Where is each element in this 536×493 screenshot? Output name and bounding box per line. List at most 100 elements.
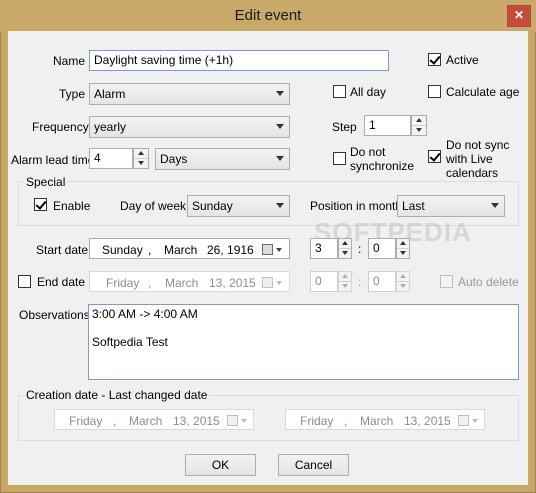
calendar-icon[interactable] <box>262 244 273 255</box>
spin-down-button[interactable] <box>339 249 351 259</box>
arrow-down-icon <box>416 128 422 133</box>
end-date-comma: , <box>148 276 152 290</box>
spin-up-button[interactable] <box>397 239 409 249</box>
name-label: Name <box>53 54 86 68</box>
spin-down-button[interactable] <box>397 282 409 292</box>
day-of-week-select[interactable]: Sunday <box>187 195 290 217</box>
observations-label: Observations <box>19 308 90 322</box>
position-in-month-select[interactable]: Last <box>397 195 505 217</box>
calendar-icon <box>458 415 469 426</box>
ok-button[interactable]: OK <box>185 454 256 476</box>
end-date-weekday: Friday <box>106 276 140 290</box>
arrow-down-icon <box>342 284 348 289</box>
start-date-picker[interactable]: Sunday , March 26, 1916 <box>89 238 290 259</box>
chevron-down-icon <box>276 91 284 96</box>
arrow-down-icon <box>342 251 348 256</box>
alarm-lead-input[interactable]: 4 <box>89 148 133 169</box>
start-date-day-year: 26, 1916 <box>207 243 254 257</box>
last-changed-date-picker: Friday , March 13, 2015 <box>285 409 485 430</box>
spin-up-button[interactable] <box>339 272 351 282</box>
spin-up-button[interactable] <box>339 239 351 249</box>
close-button[interactable]: ✕ <box>507 5 531 27</box>
calendar-icon <box>262 277 273 288</box>
frequency-select-value: yearly <box>94 120 127 134</box>
spin-up-button[interactable] <box>397 272 409 282</box>
step-label: Step <box>332 120 357 134</box>
start-hour-input[interactable]: 3 <box>310 238 338 259</box>
spin-down-button[interactable] <box>397 249 409 259</box>
alarm-lead-unit-select[interactable]: Days <box>155 148 290 170</box>
changed-date-day-year: 13, 2015 <box>404 414 451 428</box>
frequency-label: Frequency <box>32 120 89 134</box>
chevron-down-icon <box>276 248 282 252</box>
start-minute-spinner[interactable] <box>396 238 410 259</box>
arrow-up-icon <box>342 241 348 246</box>
start-date-label: Start date <box>36 243 89 257</box>
creation-group-title: Creation date - Last changed date <box>24 388 210 402</box>
spin-down-button[interactable] <box>134 159 148 169</box>
spin-up-button[interactable] <box>412 116 426 126</box>
active-checkbox[interactable] <box>428 53 441 66</box>
all-day-checkbox[interactable] <box>333 85 346 98</box>
end-hour-input[interactable]: 0 <box>310 271 338 292</box>
end-date-day-year: 13, 2015 <box>209 276 256 290</box>
end-date-picker[interactable]: Friday , March 13, 2015 <box>89 271 290 292</box>
day-of-week-value: Sunday <box>192 199 233 213</box>
frequency-select[interactable]: yearly <box>89 116 290 138</box>
creation-date-picker: Friday , March 13, 2015 <box>54 409 254 430</box>
arrow-up-icon <box>400 241 406 246</box>
special-group-title: Special <box>24 175 68 189</box>
active-label: Active <box>446 53 479 67</box>
no-sync-label-line2: synchronize <box>350 159 415 173</box>
observations-textarea[interactable]: 3:00 AM -> 4:00 AM Softpedia Test <box>88 304 519 380</box>
start-hour-spinner[interactable] <box>338 238 352 259</box>
changed-date-weekday: Friday <box>300 414 334 428</box>
type-select-value: Alarm <box>94 87 126 101</box>
spin-up-button[interactable] <box>134 149 148 159</box>
window-title: Edit event <box>234 7 302 24</box>
alarm-lead-unit-value: Days <box>160 152 188 166</box>
no-sync-checkbox[interactable] <box>333 152 346 165</box>
auto-delete-checkbox[interactable] <box>440 275 453 288</box>
arrow-down-icon <box>400 284 406 289</box>
special-enable-checkbox[interactable] <box>34 198 47 211</box>
type-label: Type <box>59 87 86 101</box>
arrow-up-icon <box>400 274 406 279</box>
arrow-up-icon <box>342 274 348 279</box>
chevron-down-icon <box>241 419 247 423</box>
calculate-age-label: Calculate age <box>446 85 520 99</box>
special-enable-label: Enable <box>53 199 91 213</box>
cancel-button[interactable]: Cancel <box>278 454 349 476</box>
no-sync-live-checkbox[interactable] <box>428 150 441 163</box>
alarm-lead-label: Alarm lead time <box>11 153 95 167</box>
start-minute-input[interactable]: 0 <box>368 238 396 259</box>
end-hour-spinner[interactable] <box>338 271 352 292</box>
alarm-lead-spinner[interactable] <box>133 148 149 169</box>
no-sync-live-label-line2: with Live <box>446 152 493 166</box>
step-spinner[interactable] <box>411 115 427 136</box>
spin-down-button[interactable] <box>412 126 426 136</box>
creation-date-day-year: 13, 2015 <box>173 414 220 428</box>
start-date-weekday: Sunday <box>102 243 143 257</box>
step-input[interactable]: 1 <box>364 115 411 136</box>
chevron-down-icon <box>276 203 284 208</box>
end-date-checkbox[interactable] <box>18 275 31 288</box>
no-sync-label-line1: Do not <box>350 145 386 159</box>
chevron-down-icon <box>276 281 282 285</box>
end-minute-input[interactable]: 0 <box>368 271 396 292</box>
end-minute-spinner[interactable] <box>396 271 410 292</box>
all-day-label: All day <box>350 85 387 99</box>
type-select[interactable]: Alarm <box>89 83 290 105</box>
name-input[interactable]: Daylight saving time (+1h) <box>89 50 389 71</box>
calendar-icon <box>227 415 238 426</box>
chevron-down-icon <box>491 203 499 208</box>
changed-date-comma: , <box>344 414 348 428</box>
chevron-down-icon <box>276 156 284 161</box>
spin-down-button[interactable] <box>339 282 351 292</box>
start-time-separator: : <box>358 242 362 256</box>
end-date-month: March <box>165 276 199 290</box>
calculate-age-checkbox[interactable] <box>428 85 441 98</box>
day-of-week-label: Day of week <box>120 199 187 213</box>
creation-date-weekday: Friday <box>69 414 103 428</box>
end-time-separator: : <box>358 275 362 289</box>
